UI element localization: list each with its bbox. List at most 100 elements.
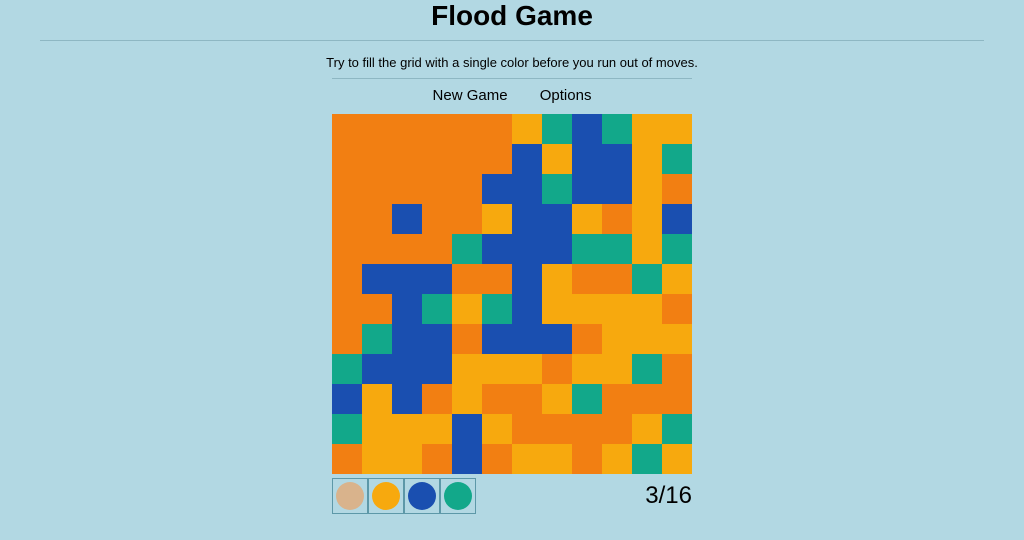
grid-cell[interactable] (602, 414, 632, 444)
grid-cell[interactable] (392, 144, 422, 174)
grid-cell[interactable] (422, 174, 452, 204)
grid-cell[interactable] (602, 234, 632, 264)
grid-cell[interactable] (662, 204, 692, 234)
grid-cell[interactable] (572, 114, 602, 144)
color-swatch-tan[interactable] (332, 478, 368, 514)
grid-cell[interactable] (542, 144, 572, 174)
grid-cell[interactable] (362, 264, 392, 294)
grid-cell[interactable] (422, 264, 452, 294)
grid-cell[interactable] (362, 324, 392, 354)
grid-cell[interactable] (332, 444, 362, 474)
grid-cell[interactable] (422, 204, 452, 234)
grid-cell[interactable] (482, 444, 512, 474)
grid-cell[interactable] (332, 114, 362, 144)
grid-cell[interactable] (602, 114, 632, 144)
color-swatch-blue[interactable] (404, 478, 440, 514)
grid-cell[interactable] (572, 414, 602, 444)
grid-cell[interactable] (452, 444, 482, 474)
grid-cell[interactable] (632, 174, 662, 204)
grid-cell[interactable] (542, 384, 572, 414)
grid-cell[interactable] (332, 234, 362, 264)
grid-cell[interactable] (452, 114, 482, 144)
grid-cell[interactable] (512, 354, 542, 384)
grid-cell[interactable] (482, 414, 512, 444)
grid-cell[interactable] (542, 414, 572, 444)
grid-cell[interactable] (512, 294, 542, 324)
grid-cell[interactable] (422, 234, 452, 264)
grid-cell[interactable] (332, 324, 362, 354)
grid-cell[interactable] (362, 354, 392, 384)
color-swatch-gold[interactable] (368, 478, 404, 514)
grid-cell[interactable] (482, 384, 512, 414)
color-swatch-teal[interactable] (440, 478, 476, 514)
grid-cell[interactable] (572, 354, 602, 384)
grid-cell[interactable] (482, 324, 512, 354)
grid-cell[interactable] (662, 264, 692, 294)
grid-cell[interactable] (662, 114, 692, 144)
grid-cell[interactable] (362, 414, 392, 444)
grid-cell[interactable] (602, 204, 632, 234)
grid-cell[interactable] (512, 144, 542, 174)
grid-cell[interactable] (632, 444, 662, 474)
grid-cell[interactable] (632, 324, 662, 354)
grid-cell[interactable] (512, 234, 542, 264)
grid-cell[interactable] (572, 444, 602, 474)
grid-cell[interactable] (542, 444, 572, 474)
grid-cell[interactable] (512, 114, 542, 144)
grid-cell[interactable] (482, 234, 512, 264)
grid-cell[interactable] (422, 144, 452, 174)
grid-cell[interactable] (572, 264, 602, 294)
grid-cell[interactable] (512, 414, 542, 444)
new-game-button[interactable]: New Game (433, 87, 508, 104)
grid-cell[interactable] (482, 114, 512, 144)
grid-cell[interactable] (362, 234, 392, 264)
grid-cell[interactable] (542, 234, 572, 264)
grid-cell[interactable] (422, 294, 452, 324)
grid-cell[interactable] (392, 234, 422, 264)
grid-cell[interactable] (332, 174, 362, 204)
grid-cell[interactable] (392, 384, 422, 414)
grid-cell[interactable] (482, 144, 512, 174)
grid-cell[interactable] (362, 114, 392, 144)
grid-cell[interactable] (482, 294, 512, 324)
grid-cell[interactable] (452, 234, 482, 264)
grid-cell[interactable] (512, 174, 542, 204)
grid-cell[interactable] (572, 294, 602, 324)
grid-cell[interactable] (602, 174, 632, 204)
grid-cell[interactable] (572, 384, 602, 414)
grid-cell[interactable] (632, 294, 662, 324)
grid-cell[interactable] (512, 444, 542, 474)
grid-cell[interactable] (602, 384, 632, 414)
grid-cell[interactable] (452, 324, 482, 354)
grid-cell[interactable] (482, 174, 512, 204)
grid-cell[interactable] (332, 144, 362, 174)
grid-cell[interactable] (422, 324, 452, 354)
grid-cell[interactable] (542, 354, 572, 384)
grid-cell[interactable] (422, 384, 452, 414)
grid-cell[interactable] (632, 384, 662, 414)
grid-cell[interactable] (482, 204, 512, 234)
grid-cell[interactable] (572, 144, 602, 174)
grid-cell[interactable] (662, 324, 692, 354)
grid-cell[interactable] (662, 294, 692, 324)
grid-cell[interactable] (392, 114, 422, 144)
grid-cell[interactable] (332, 294, 362, 324)
grid-cell[interactable] (422, 114, 452, 144)
grid-cell[interactable] (512, 384, 542, 414)
grid-cell[interactable] (452, 294, 482, 324)
grid-cell[interactable] (362, 204, 392, 234)
grid-cell[interactable] (332, 204, 362, 234)
grid-cell[interactable] (662, 144, 692, 174)
grid-cell[interactable] (662, 444, 692, 474)
grid-cell[interactable] (362, 444, 392, 474)
grid-cell[interactable] (512, 324, 542, 354)
grid-cell[interactable] (422, 414, 452, 444)
grid-cell[interactable] (332, 384, 362, 414)
grid-cell[interactable] (602, 324, 632, 354)
options-button[interactable]: Options (540, 87, 592, 104)
grid-cell[interactable] (572, 324, 602, 354)
grid-cell[interactable] (542, 324, 572, 354)
grid-cell[interactable] (452, 204, 482, 234)
grid-cell[interactable] (362, 294, 392, 324)
grid-cell[interactable] (662, 414, 692, 444)
